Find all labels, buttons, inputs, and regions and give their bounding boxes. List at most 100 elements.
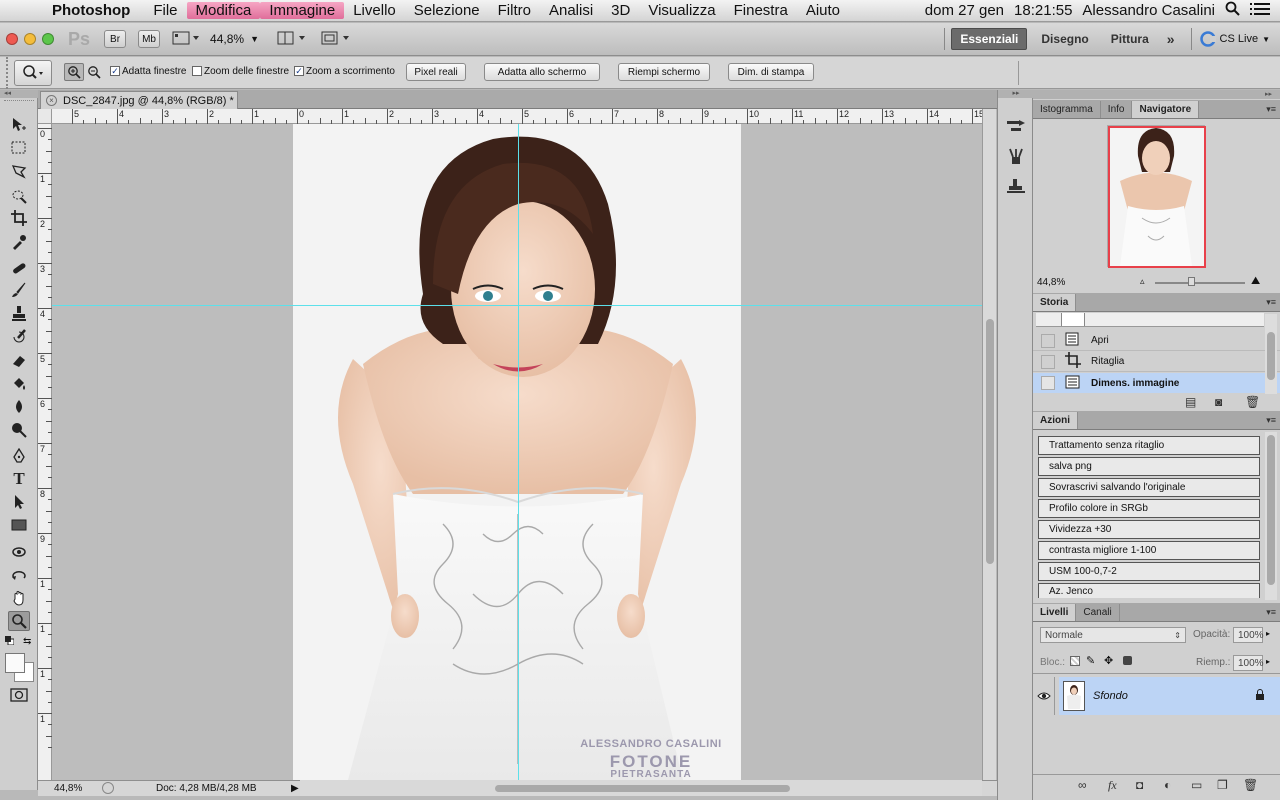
new-group-icon[interactable]: ▭ bbox=[1191, 778, 1202, 792]
eye-visibility-icon[interactable] bbox=[1033, 677, 1055, 715]
layer-style-icon[interactable]: fx bbox=[1108, 778, 1117, 793]
arrange-documents-icon[interactable] bbox=[277, 30, 307, 49]
horizontal-guide[interactable] bbox=[52, 305, 982, 306]
history-snapshot-row[interactable] bbox=[1036, 313, 1264, 327]
new-document-from-state-icon[interactable]: ▤ bbox=[1185, 395, 1196, 409]
clone-stamp-tool-icon[interactable] bbox=[8, 303, 30, 323]
tools-grip[interactable] bbox=[4, 100, 34, 104]
menu-modifica[interactable]: Modifica bbox=[186, 2, 261, 19]
tool-preset-picker[interactable] bbox=[14, 60, 52, 86]
vertical-guide[interactable] bbox=[518, 124, 519, 780]
move-tool-icon[interactable] bbox=[8, 115, 30, 135]
zoom-level-select[interactable]: 44,8% bbox=[210, 32, 244, 46]
tool-presets-icon[interactable] bbox=[1006, 118, 1026, 137]
layer-lock-icon[interactable] bbox=[1255, 689, 1265, 703]
menu-visualizza[interactable]: Visualizza bbox=[639, 2, 724, 19]
status-menu-arrow-icon[interactable]: ▶ bbox=[291, 783, 299, 794]
history-state-box[interactable] bbox=[1041, 354, 1055, 369]
healing-brush-tool-icon[interactable] bbox=[8, 258, 30, 278]
vertical-scrollbar[interactable] bbox=[982, 109, 996, 780]
zoom-in-button[interactable] bbox=[64, 63, 84, 81]
pen-tool-icon[interactable] bbox=[8, 446, 30, 466]
eyedropper-tool-icon[interactable] bbox=[8, 232, 30, 252]
eraser-tool-icon[interactable] bbox=[8, 350, 30, 370]
action-item[interactable]: Az. Jenco bbox=[1038, 583, 1260, 598]
actions-scrollbar[interactable] bbox=[1265, 432, 1277, 600]
menu-3d[interactable]: 3D bbox=[602, 2, 639, 19]
tab-navigatore[interactable]: Navigatore bbox=[1132, 101, 1200, 118]
close-document-icon[interactable]: × bbox=[46, 95, 57, 106]
quick-mask-icon[interactable] bbox=[10, 688, 28, 705]
actions-scroll-thumb[interactable] bbox=[1267, 435, 1275, 585]
layer-row-sfondo[interactable]: Sfondo bbox=[1033, 677, 1280, 715]
bridge-button[interactable]: Br bbox=[104, 30, 127, 48]
menu-file[interactable]: File bbox=[144, 2, 186, 19]
tab-livelli[interactable]: Livelli bbox=[1033, 604, 1077, 621]
rectangle-tool-icon[interactable] bbox=[8, 515, 30, 535]
horizontal-ruler[interactable]: 5 4 3 2 1 0 1 2 3 4 5 6 7 8 9 10 11 12 13 14 15 bbox=[52, 109, 1007, 124]
minimize-window-button[interactable] bbox=[24, 33, 36, 45]
cs-live-button[interactable]: CS Live ▼ bbox=[1199, 31, 1280, 47]
panel-menu-icon[interactable]: ▾≡ bbox=[1266, 297, 1276, 308]
lock-pixels-icon[interactable]: ✎ bbox=[1086, 654, 1095, 667]
navigator-zoom-field[interactable]: 44,8% bbox=[1037, 277, 1065, 288]
history-state-box[interactable] bbox=[1041, 376, 1055, 390]
horizontal-scroll-thumb[interactable] bbox=[495, 785, 790, 792]
clone-source-icon[interactable] bbox=[1006, 178, 1026, 197]
tab-istogramma[interactable]: Istogramma bbox=[1033, 101, 1101, 118]
swap-colors-icon[interactable]: ⇆ bbox=[23, 636, 31, 647]
3d-orbit-tool-icon[interactable] bbox=[8, 566, 30, 586]
navigator-view-box[interactable] bbox=[1108, 126, 1206, 268]
history-item-dimens-immagine[interactable]: Dimens. immagine bbox=[1033, 373, 1280, 393]
menubar-user[interactable]: Alessandro Casalini bbox=[1082, 2, 1215, 19]
zoom-window-button[interactable] bbox=[42, 33, 54, 45]
workspace-essenziali-button[interactable]: Essenziali bbox=[951, 28, 1028, 50]
tab-canali[interactable]: Canali bbox=[1076, 604, 1120, 621]
tab-storia[interactable]: Storia bbox=[1033, 294, 1077, 311]
layer-name[interactable]: Sfondo bbox=[1093, 690, 1128, 702]
3d-rotate-tool-icon[interactable] bbox=[8, 542, 30, 562]
close-window-button[interactable] bbox=[6, 33, 18, 45]
action-item[interactable]: Sovrascrivi salvando l'originale bbox=[1038, 478, 1260, 497]
lasso-tool-icon[interactable] bbox=[8, 162, 30, 182]
mini-bridge-button[interactable]: Mb bbox=[138, 30, 161, 48]
blend-mode-select[interactable]: Normale ⇕ bbox=[1040, 627, 1186, 643]
zoom-scorrimento-checkbox[interactable]: ✓ Zoom a scorrimento bbox=[294, 66, 395, 77]
trash-icon[interactable]: 🗑 bbox=[1245, 395, 1260, 409]
new-layer-icon[interactable]: ❐ bbox=[1217, 778, 1228, 792]
view-extras-icon[interactable] bbox=[172, 30, 200, 49]
panels-collapse-icon[interactable]: ▸▸ bbox=[1033, 90, 1280, 99]
opacity-arrow-icon[interactable]: ▸ bbox=[1266, 629, 1270, 638]
more-workspaces-button[interactable]: » bbox=[1159, 28, 1183, 50]
zoom-finestre-checkbox[interactable]: Zoom delle finestre bbox=[192, 66, 289, 77]
link-layers-icon[interactable]: ∞ bbox=[1078, 778, 1087, 792]
zoom-tool-icon[interactable] bbox=[8, 611, 30, 631]
tools-collapse-icon[interactable]: ◂◂ bbox=[0, 90, 38, 98]
navigator-thumbnail[interactable] bbox=[1107, 125, 1206, 268]
lock-transparency-icon[interactable] bbox=[1070, 656, 1080, 666]
marquee-tool-icon[interactable] bbox=[8, 138, 30, 158]
panel-menu-icon[interactable]: ▾≡ bbox=[1266, 415, 1276, 426]
document-image[interactable]: ALESSANDRO CASALINI FOTONE PIETRASANTA bbox=[293, 124, 741, 780]
action-item[interactable]: Trattamento senza ritaglio bbox=[1038, 436, 1260, 455]
workspace-disegno-button[interactable]: Disegno bbox=[1033, 29, 1096, 49]
lock-all-icon[interactable] bbox=[1123, 656, 1132, 665]
canvas-area[interactable]: ALESSANDRO CASALINI FOTONE PIETRASANTA bbox=[52, 124, 982, 780]
trash-icon[interactable]: 🗑 bbox=[1243, 778, 1258, 792]
dodge-tool-icon[interactable] bbox=[8, 420, 30, 440]
layer-thumbnail[interactable] bbox=[1063, 681, 1085, 711]
vertical-scroll-thumb[interactable] bbox=[986, 319, 994, 564]
status-zoom[interactable]: 44,8% bbox=[54, 783, 82, 794]
type-tool-icon[interactable]: T bbox=[8, 469, 30, 489]
history-scrollbar[interactable] bbox=[1265, 314, 1277, 394]
ruler-origin[interactable] bbox=[38, 109, 52, 124]
menu-filtro[interactable]: Filtro bbox=[489, 2, 540, 19]
foreground-color-swatch[interactable] bbox=[5, 653, 25, 673]
add-mask-icon[interactable]: ◘ bbox=[1136, 778, 1143, 792]
tab-info[interactable]: Info bbox=[1101, 101, 1133, 118]
notification-list-icon[interactable] bbox=[1250, 2, 1270, 20]
navigator-zoom-handle[interactable] bbox=[1188, 277, 1195, 286]
tab-azioni[interactable]: Azioni bbox=[1033, 412, 1078, 429]
action-item[interactable]: Vividezza +30 bbox=[1038, 520, 1260, 539]
action-item[interactable]: salva png bbox=[1038, 457, 1260, 476]
